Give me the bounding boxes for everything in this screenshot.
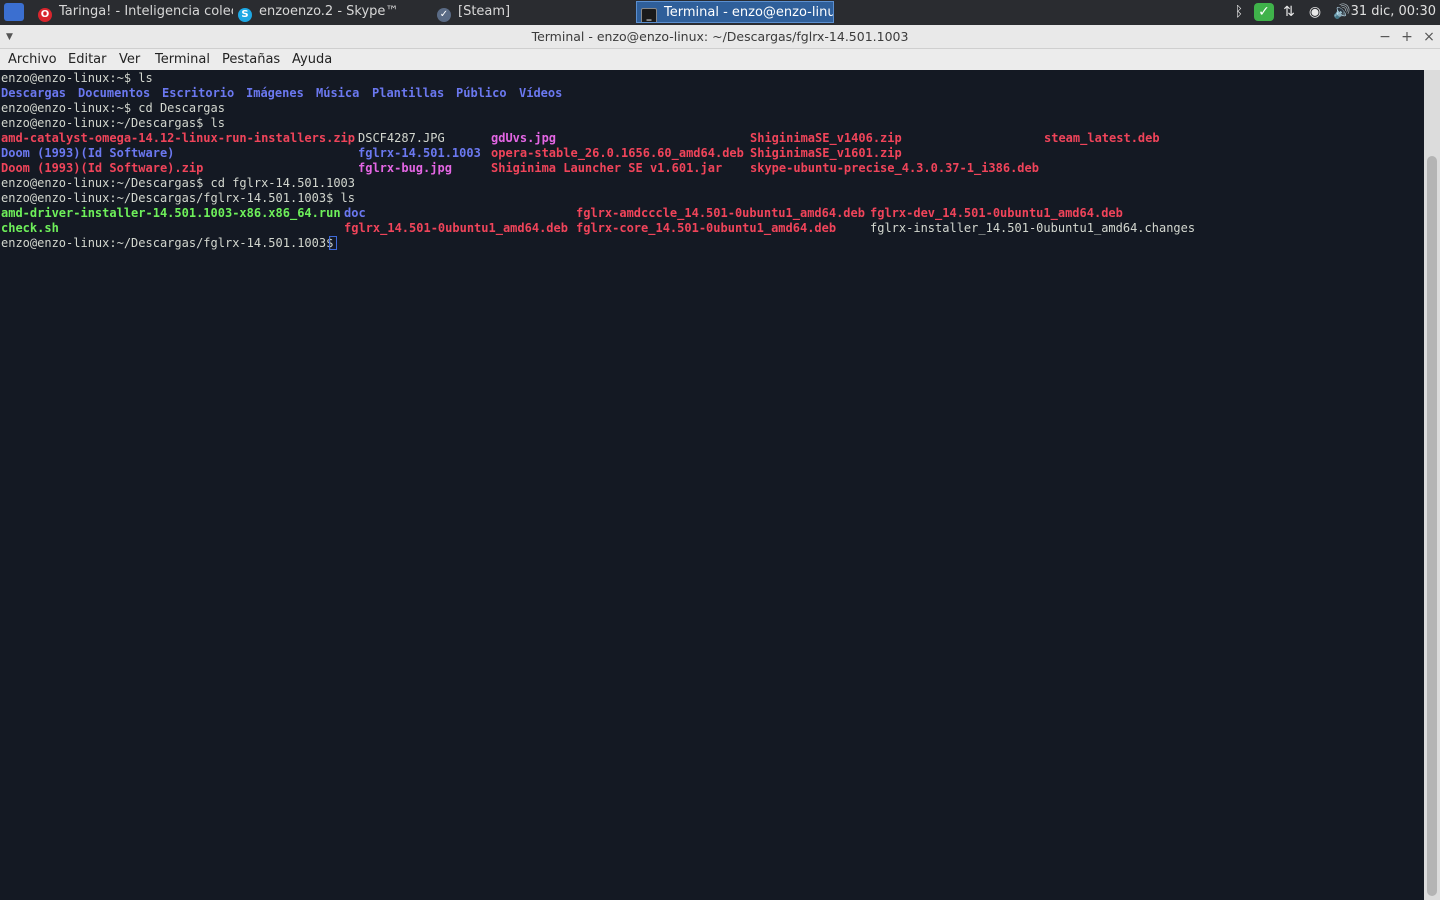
file-entry: fglrx-14.501.1003: [358, 146, 481, 160]
file-entry: ShiginimaSE_v1601.zip: [750, 146, 902, 160]
file-entry: amd-driver-installer-14.501.1003-x86.x86…: [1, 206, 341, 220]
file-entry: fglrx-dev_14.501-0ubuntu1_amd64.deb: [870, 206, 1123, 220]
terminal-text: enzo@enzo-linux:~/Descargas$ ls: [1, 116, 225, 130]
file-entry: Vídeos: [519, 86, 563, 100]
scrollbar-thumb[interactable]: [1427, 156, 1437, 896]
update-icon[interactable]: ✓: [1254, 3, 1274, 21]
file-entry: Música: [316, 86, 360, 100]
network-icon[interactable]: ⇅: [1279, 3, 1299, 21]
menu-ver[interactable]: Ver: [119, 49, 140, 70]
file-entry: ShiginimaSE_v1406.zip: [750, 131, 902, 145]
maximize-icon[interactable]: +: [1398, 25, 1416, 49]
terminal-text: DSCF4287.JPG: [358, 131, 445, 145]
terminal-text: enzo@enzo-linux:~/Descargas$ cd fglrx-14…: [1, 176, 356, 190]
steam-icon: ✓: [437, 8, 451, 22]
menu-archivo[interactable]: Archivo: [8, 49, 57, 70]
window-menu-icon[interactable]: ▼: [6, 25, 13, 49]
opera-icon: O: [38, 8, 52, 22]
bluetooth-icon[interactable]: ᛒ: [1230, 3, 1248, 21]
file-entry: Shiginima Launcher SE v1.601.jar: [491, 161, 723, 175]
terminal-text: enzo@enzo-linux:~$ cd Descargas: [1, 101, 225, 115]
file-entry: skype-ubuntu-precise_4.3.0.37-1_i386.deb: [750, 161, 1039, 175]
task-steam[interactable]: ✓ [Steam]: [437, 1, 627, 23]
minimize-icon[interactable]: −: [1376, 25, 1394, 49]
whisker-menu-icon[interactable]: [4, 3, 24, 21]
file-entry: Documentos: [78, 86, 151, 100]
file-entry: fglrx-core_14.501-0ubuntu1_amd64.deb: [576, 221, 837, 235]
file-entry: Escritorio: [162, 86, 235, 100]
terminal-scrollbar[interactable]: [1424, 70, 1440, 900]
file-entry: Doom (1993)(Id Software).zip: [1, 161, 204, 175]
file-entry: fglrx-amdcccle_14.501-0ubuntu1_amd64.deb: [576, 206, 865, 220]
menu-editar[interactable]: Editar: [68, 49, 107, 70]
file-entry: Imágenes: [246, 86, 304, 100]
terminal-output[interactable]: enzo@enzo-linux:~$ ls Descargas Documentos…: [0, 70, 1424, 900]
file-entry: check.sh: [1, 221, 59, 235]
clock[interactable]: 31 dic, 00:30: [1351, 3, 1436, 21]
file-entry: amd-catalyst-omega-14.12-linux-run-insta…: [1, 131, 356, 145]
terminal-text: enzo@enzo-linux:~$ ls: [1, 71, 153, 85]
file-entry: gdUvs.jpg: [491, 131, 557, 145]
steam-tray-icon[interactable]: ◉: [1305, 3, 1325, 21]
window-titlebar[interactable]: ▼ Terminal - enzo@enzo-linux: ~/Descarga…: [0, 25, 1440, 49]
task-terminal[interactable]: _ Terminal - enzo@enzo-linu...: [636, 1, 834, 23]
terminal-cursor: [329, 236, 337, 250]
file-entry: Público: [456, 86, 507, 100]
menu-bar: Archivo Editar Ver Terminal Pestañas Ayu…: [0, 49, 1440, 70]
file-entry: Descargas: [1, 86, 67, 100]
task-opera[interactable]: O Taringa! - Inteligencia colec...: [38, 1, 233, 23]
file-entry: Plantillas: [372, 86, 445, 100]
close-icon[interactable]: ×: [1420, 25, 1438, 49]
file-entry: Doom (1993)(Id Software): [1, 146, 175, 160]
terminal-text: fglrx-installer_14.501-0ubuntu1_amd64.ch…: [870, 221, 1196, 235]
file-entry: opera-stable_26.0.1656.60_amd64.deb: [491, 146, 744, 160]
file-entry: fglrx_14.501-0ubuntu1_amd64.deb: [344, 221, 568, 235]
menu-ayuda[interactable]: Ayuda: [292, 49, 332, 70]
file-entry: steam_latest.deb: [1044, 131, 1160, 145]
file-entry: doc: [344, 206, 366, 220]
menu-pestanas[interactable]: Pestañas: [222, 49, 280, 70]
terminal-text: enzo@enzo-linux:~/Descargas/fglrx-14.501…: [1, 191, 356, 205]
menu-terminal[interactable]: Terminal: [155, 49, 210, 70]
task-skype[interactable]: Senzoenzo.2 - Skype™: [238, 1, 428, 23]
window-title: Terminal - enzo@enzo-linux: ~/Descargas/…: [531, 29, 909, 44]
file-entry: fglrx-bug.jpg: [358, 161, 452, 175]
terminal-icon: _: [641, 8, 657, 22]
top-panel: O Taringa! - Inteligencia colec... Senzoe…: [0, 0, 1440, 25]
terminal-text: enzo@enzo-linux:~/Descargas/fglrx-14.501…: [1, 236, 341, 250]
skype-icon: S: [238, 8, 252, 22]
